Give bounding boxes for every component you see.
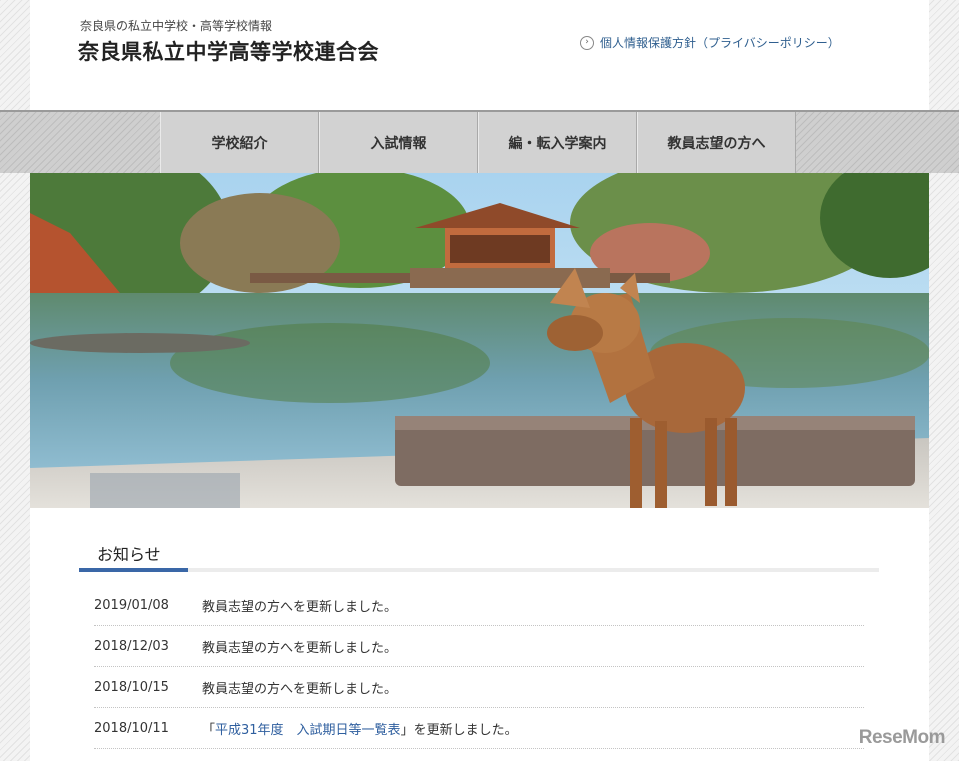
nav-item-admission-info[interactable]: 入試情報 <box>319 112 478 173</box>
nav-item-label: 教員志望の方へ <box>667 135 766 152</box>
privacy-policy-label: 個人情報保護方針（プライバシーポリシー） <box>600 36 840 50</box>
site-subtitle: 奈良県の私立中学校・高等学校情報 <box>80 19 273 33</box>
news-text: 教員志望の方へを更新しました。 <box>202 640 398 656</box>
news-list: 2019/01/08 教員志望の方へを更新しました。 2018/12/03 教員… <box>94 585 864 749</box>
news-heading-underline <box>79 568 879 572</box>
news-date: 2018/12/03 <box>94 638 169 654</box>
news-section: お知らせ 2019/01/08 教員志望の方へを更新しました。 2018/12/… <box>30 508 929 761</box>
news-heading-accent <box>79 568 188 572</box>
nav-item-label: 学校紹介 <box>211 135 268 152</box>
site-header: 奈良県の私立中学校・高等学校情報 奈良県私立中学高等学校連合会 › 個人情報保護… <box>30 0 929 110</box>
news-date: 2018/10/11 <box>94 720 169 736</box>
nav-item-label: 入試情報 <box>370 135 427 152</box>
nav-item-label: 編・転入学案内 <box>508 135 607 152</box>
privacy-policy-link[interactable]: › 個人情報保護方針（プライバシーポリシー） <box>580 34 840 51</box>
news-date: 2019/01/08 <box>94 597 169 613</box>
resemom-watermark-logo: ReseMom <box>858 727 946 748</box>
nav-item-teacher-applicants[interactable]: 教員志望の方へ <box>637 112 796 173</box>
news-item: 2018/12/03 教員志望の方へを更新しました。 <box>94 626 864 667</box>
site-title[interactable]: 奈良県私立中学高等学校連合会 <box>78 36 379 66</box>
news-item: 2019/01/08 教員志望の方へを更新しました。 <box>94 585 864 626</box>
nav-item-transfer-guide[interactable]: 編・転入学案内 <box>478 112 637 173</box>
news-text: 教員志望の方へを更新しました。 <box>202 599 398 615</box>
news-item: 2018/10/11 「 平成31年度 入試期日等一覧表 」を更新しました。 <box>94 708 864 749</box>
hero-image <box>30 173 929 508</box>
deer-pond-photo <box>30 173 929 508</box>
news-text: 教員志望の方へを更新しました。 <box>202 681 398 697</box>
circle-arrow-icon: › <box>580 35 594 50</box>
news-heading: お知らせ <box>97 545 161 564</box>
news-date: 2018/10/15 <box>94 679 169 695</box>
news-text-suffix: 」を更新しました。 <box>400 722 518 738</box>
news-text-prefix: 「 <box>202 722 216 738</box>
nav-item-school-intro[interactable]: 学校紹介 <box>160 112 319 173</box>
news-item: 2018/10/15 教員志望の方へを更新しました。 <box>94 667 864 708</box>
exam-schedule-link[interactable]: 平成31年度 入試期日等一覧表 <box>215 719 401 738</box>
main-navigation: 学校紹介 入試情報 編・転入学案内 教員志望の方へ <box>0 110 959 173</box>
